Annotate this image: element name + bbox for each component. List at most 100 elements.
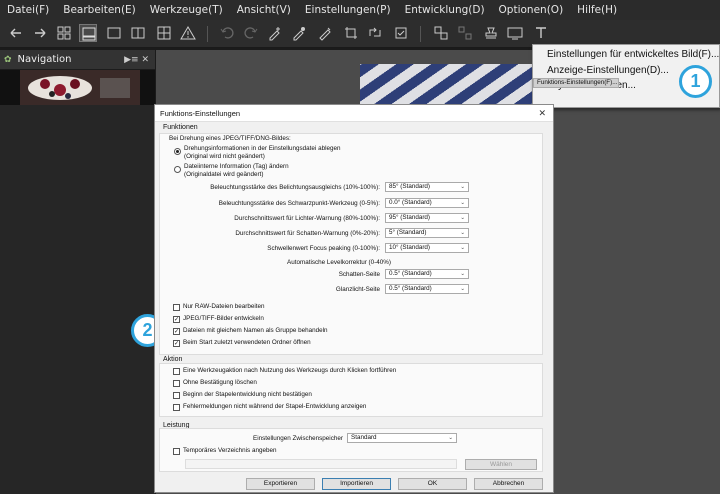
chevron-down-icon: ⌄ [460,200,465,206]
crop-icon[interactable] [342,24,360,42]
checkbox-develop-jpeg[interactable]: ✓ [173,316,180,323]
blackpoint-value: 0.0° (Standard) [389,199,432,206]
single-view-icon[interactable] [105,24,123,42]
no-batch-confirm-label: Beginn der Stapelentwicklung nicht bestä… [183,391,312,398]
unlink-icon[interactable] [456,24,474,42]
raw-only-label: Nur RAW-Dateien bearbeiten [183,303,265,310]
cancel-button[interactable]: Abbrechen [474,478,543,490]
leaf-icon: ✿ [4,54,12,65]
menu-einstellungen[interactable]: Einstellungen(P) [298,4,398,16]
close-icon[interactable]: ✕ [538,108,546,119]
focus-peaking-select[interactable]: 10° (Standard) ⌄ [385,243,469,253]
checkbox-delete-no-confirm[interactable] [173,380,180,387]
highlight-warning-select[interactable]: 95° (Standard) ⌄ [385,213,469,223]
quad-view-icon[interactable] [155,24,173,42]
radio2-sublabel: (Originaldatei wird geändert) [184,171,264,178]
chevron-down-icon: ⌄ [460,271,465,277]
import-button[interactable]: Importieren [322,478,391,490]
focus-peaking-label: Schwellenwert Focus peaking (0-100%): [267,245,380,252]
checkbox-temp-folder[interactable] [173,448,180,455]
navigation-title: Navigation [17,54,72,65]
function-settings-dialog: Funktions-Einstellungen ✕ Funktionen Bei… [154,104,554,493]
menu-hilfe[interactable]: Hilfe(H) [570,4,624,16]
group-same-name-label: Dateien mit gleichem Namen als Gruppe be… [183,327,328,334]
chevron-down-icon: ⌄ [460,215,465,221]
blackpoint-select[interactable]: 0.0° (Standard) ⌄ [385,198,469,208]
transform-icon[interactable] [366,24,384,42]
stamp-icon[interactable] [482,24,500,42]
eyedropper-icon[interactable] [290,24,308,42]
menu-werkzeuge[interactable]: Werkzeuge(T) [143,4,230,16]
highlight-warning-value: 95° (Standard) [389,214,431,221]
radio1-label: Drehungsinformationen in der Einstellung… [184,145,341,152]
highlight-side-value: 0.5° (Standard) [389,285,432,292]
cache-value: Standard [351,434,377,441]
exposure-value: 85° (Standard) [389,183,431,190]
shadow-side-label: Schatten-Seite [338,271,380,278]
menu-datei[interactable]: Datei(F) [0,4,56,16]
group-label-funktionen: Funktionen [163,124,198,131]
menu-bearbeiten[interactable]: Bearbeiten(E) [56,4,143,16]
menu-bar: Datei(F) Bearbeiten(E) Werkzeuge(T) Ansi… [0,0,720,20]
radio-rotation-tag[interactable] [174,166,181,173]
checkbox-group-same-name[interactable]: ✓ [173,328,180,335]
forward-arrow-icon[interactable] [31,24,49,42]
rotate-left-icon[interactable] [218,24,236,42]
menu-item-developed-image-settings[interactable]: Einstellungen für entwickeltes Bild(F)..… [533,47,719,63]
text-tool-icon[interactable] [532,24,550,42]
link-icon[interactable] [432,24,450,42]
cache-select[interactable]: Standard ⌄ [347,433,457,443]
highlight-warning-label: Durchschnittswert für Lichter-Warnung (8… [234,215,380,222]
menu-entwicklung[interactable]: Entwicklung(D) [398,4,492,16]
checkbox-no-batch-confirm[interactable] [173,392,180,399]
filmstrip-view-icon[interactable] [79,24,97,42]
menu-item-function-settings[interactable]: Funktions-Einstellungen(F)... [533,78,619,88]
shadow-warning-label: Durchschnittswert für Schatten-Warnung (… [235,230,380,237]
shadow-side-value: 0.5° (Standard) [389,270,432,277]
open-last-folder-label: Beim Start zuletzt verwendeten Ordner öf… [183,339,311,346]
rotate-right-icon[interactable] [242,24,260,42]
checkbox-continue-tool[interactable] [173,368,180,375]
navigation-header: ✿ Navigation ▶≡ ✕ [0,50,155,70]
checkbox-open-last-folder[interactable]: ✓ [173,340,180,347]
continue-tool-label: Eine Werkzeugaktion nach Nutzung des Wer… [183,367,397,374]
back-arrow-icon[interactable] [7,24,25,42]
chevron-down-icon: ⌄ [448,435,453,441]
shadow-warning-select[interactable]: 5° (Standard) ⌄ [385,228,469,238]
develop-jpeg-label: JPEG/TIFF-Bilder entwickeln [183,315,264,322]
exposure-select[interactable]: 85° (Standard) ⌄ [385,182,469,192]
checkbox-raw-only[interactable] [173,304,180,311]
eyedropper-plus-icon[interactable] [266,24,284,42]
temp-folder-path [185,459,457,469]
choose-folder-button[interactable]: Wählen [465,459,537,470]
menu-ansicht[interactable]: Ansicht(V) [230,4,298,16]
radio2-label: Dateiinterne Information (Tag) ändern [184,163,289,170]
checkbox-tool-icon[interactable] [392,24,410,42]
brush-icon[interactable] [316,24,334,42]
menu-optionen[interactable]: Optionen(O) [492,4,571,16]
grid-view-icon[interactable] [55,24,73,42]
hide-batch-errors-label: Fehlermeldungen nicht während der Stapel… [183,403,367,410]
shadow-side-select[interactable]: 0.5° (Standard) ⌄ [385,269,469,279]
callout-badge-1: 1 [679,65,712,98]
highlight-side-select[interactable]: 0.5° (Standard) ⌄ [385,284,469,294]
exposure-label: Beleuchtungsstärke des Belichtungsausgle… [210,184,380,191]
navigation-panel: ✿ Navigation ▶≡ ✕ [0,50,155,494]
toolbar-separator [420,26,421,42]
toolbar-separator [207,26,208,42]
panel-menu-close-icon[interactable]: ▶≡ ✕ [124,55,149,65]
warning-icon[interactable] [179,24,197,42]
navigation-thumbnail[interactable] [0,70,155,105]
ok-button[interactable]: OK [398,478,467,490]
checkbox-hide-batch-errors[interactable] [173,404,180,411]
monitor-icon[interactable] [506,24,524,42]
dialog-title: Funktions-Einstellungen [160,108,241,118]
compare-view-icon[interactable] [129,24,147,42]
chevron-down-icon: ⌄ [460,184,465,190]
chevron-down-icon: ⌄ [460,230,465,236]
radio-rotation-settings-file[interactable] [174,148,181,155]
radio1-sublabel: (Original wird nicht geändert) [184,153,265,160]
export-button[interactable]: Exportieren [246,478,315,490]
chevron-down-icon: ⌄ [460,286,465,292]
auto-level-caption: Automatische Levelkorrektur (0-40%) [287,259,391,266]
